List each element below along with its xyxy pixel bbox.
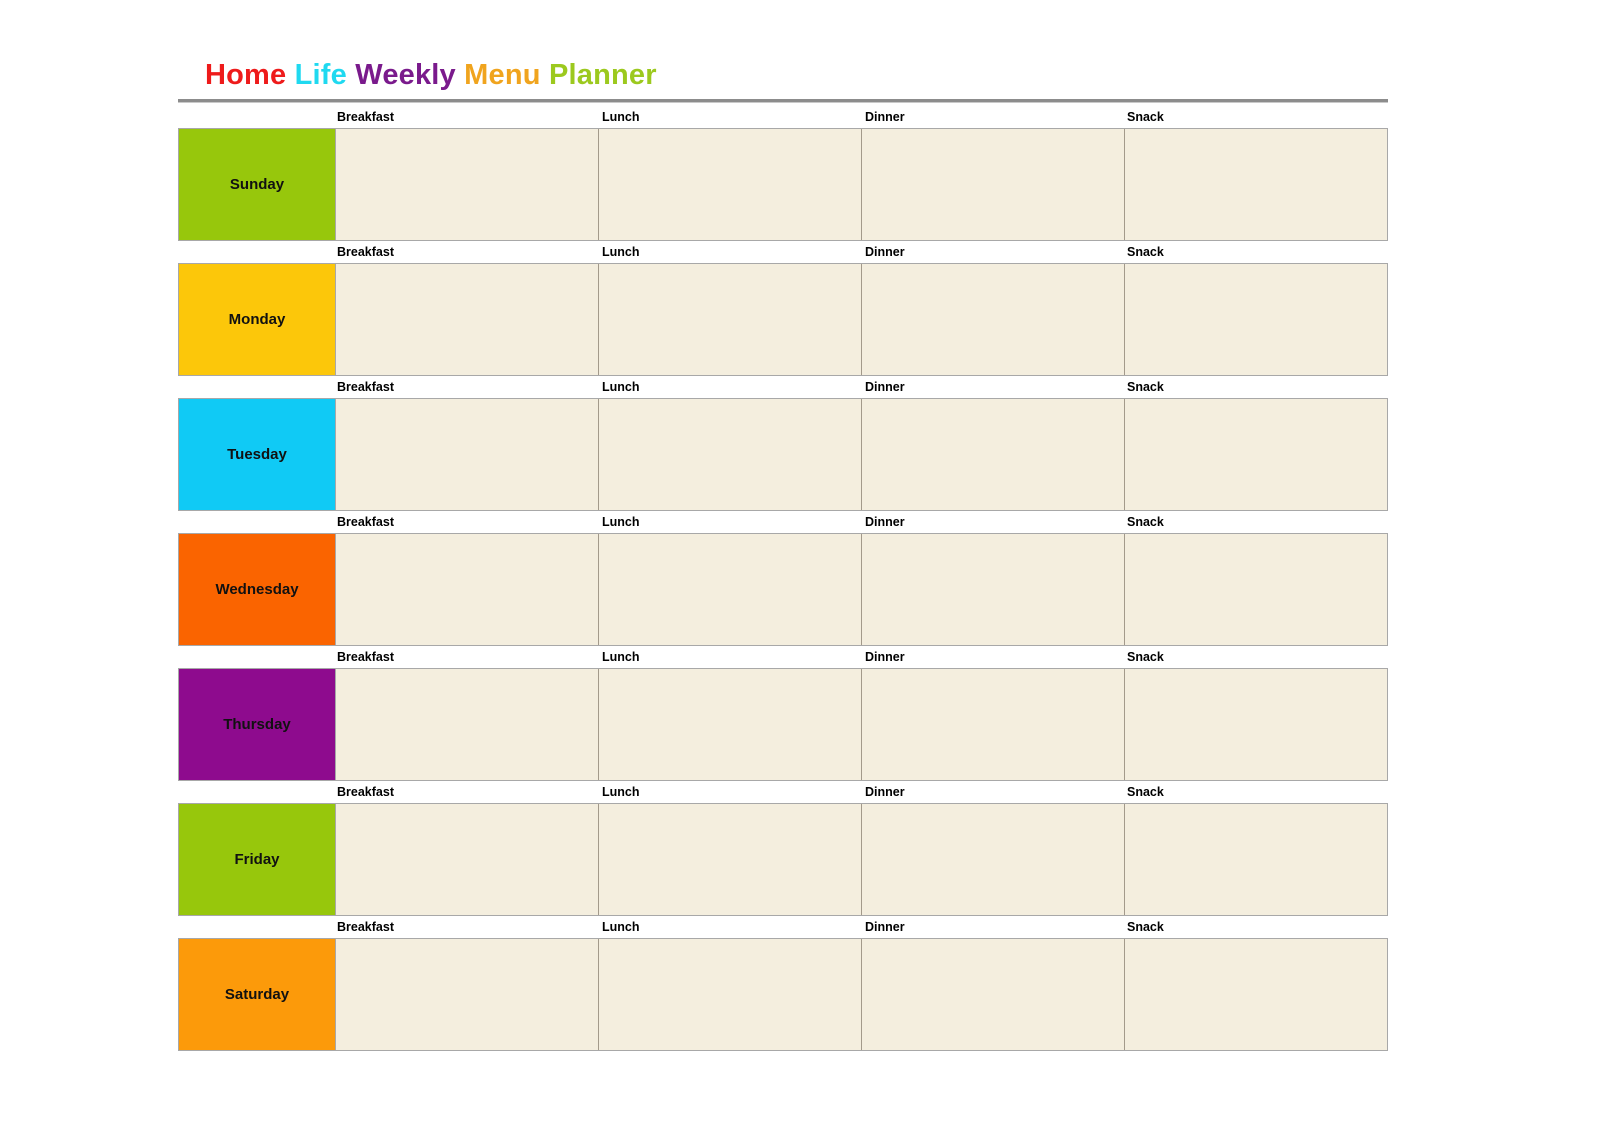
day-label-friday: Friday bbox=[179, 804, 336, 915]
table-row: Thursday bbox=[178, 668, 1388, 781]
day-label-thursday: Thursday bbox=[179, 669, 336, 780]
meal-cell-thursday-snack[interactable] bbox=[1125, 669, 1387, 780]
day-label-tuesday: Tuesday bbox=[179, 399, 336, 510]
table-row: Monday bbox=[178, 263, 1388, 376]
column-header-snack: Snack bbox=[1127, 245, 1164, 259]
meal-cell-tuesday-snack[interactable] bbox=[1125, 399, 1387, 510]
title-space-1 bbox=[286, 59, 294, 91]
meal-cell-sunday-lunch[interactable] bbox=[599, 129, 862, 240]
meal-cell-monday-breakfast[interactable] bbox=[336, 264, 599, 375]
day-block-wednesday: Breakfast Lunch Dinner Snack Wednesday bbox=[178, 511, 1388, 646]
column-header-snack: Snack bbox=[1127, 380, 1164, 394]
column-header-snack: Snack bbox=[1127, 515, 1164, 529]
day-block-monday: Breakfast Lunch Dinner Snack Monday bbox=[178, 241, 1388, 376]
day-label-sunday: Sunday bbox=[179, 129, 336, 240]
column-header-dinner: Dinner bbox=[865, 245, 905, 259]
column-header-dinner: Dinner bbox=[865, 785, 905, 799]
column-header-dinner: Dinner bbox=[865, 380, 905, 394]
meal-cell-wednesday-lunch[interactable] bbox=[599, 534, 862, 645]
day-block-thursday: Breakfast Lunch Dinner Snack Thursday bbox=[178, 646, 1388, 781]
day-block-sunday: Breakfast Lunch Dinner Snack Sunday bbox=[178, 106, 1388, 241]
meal-cell-sunday-snack[interactable] bbox=[1125, 129, 1387, 240]
meal-cell-friday-snack[interactable] bbox=[1125, 804, 1387, 915]
meal-cell-thursday-breakfast[interactable] bbox=[336, 669, 599, 780]
column-headers-wednesday: Breakfast Lunch Dinner Snack bbox=[178, 511, 1388, 533]
column-header-dinner: Dinner bbox=[865, 650, 905, 664]
title-word-home: Home bbox=[205, 59, 287, 91]
meal-cell-monday-lunch[interactable] bbox=[599, 264, 862, 375]
page-title: Home Life Weekly Menu Planner bbox=[205, 56, 657, 94]
meal-cell-wednesday-dinner[interactable] bbox=[862, 534, 1125, 645]
day-label-monday: Monday bbox=[179, 264, 336, 375]
day-block-tuesday: Breakfast Lunch Dinner Snack Tuesday bbox=[178, 376, 1388, 511]
meal-cell-friday-breakfast[interactable] bbox=[336, 804, 599, 915]
day-label-saturday: Saturday bbox=[179, 939, 336, 1050]
meal-cell-tuesday-lunch[interactable] bbox=[599, 399, 862, 510]
table-row: Tuesday bbox=[178, 398, 1388, 511]
meal-cell-saturday-breakfast[interactable] bbox=[336, 939, 599, 1050]
column-header-breakfast: Breakfast bbox=[337, 785, 394, 799]
meal-cell-wednesday-breakfast[interactable] bbox=[336, 534, 599, 645]
column-header-lunch: Lunch bbox=[602, 245, 640, 259]
table-row: Wednesday bbox=[178, 533, 1388, 646]
meal-cell-thursday-dinner[interactable] bbox=[862, 669, 1125, 780]
header-divider bbox=[178, 99, 1388, 103]
meal-cell-friday-dinner[interactable] bbox=[862, 804, 1125, 915]
column-headers-saturday: Breakfast Lunch Dinner Snack bbox=[178, 916, 1388, 938]
meal-cell-tuesday-dinner[interactable] bbox=[862, 399, 1125, 510]
column-header-breakfast: Breakfast bbox=[337, 110, 394, 124]
title-word-planner: Planner bbox=[548, 59, 657, 91]
title-word-weekly: Weekly bbox=[355, 59, 456, 91]
title-word-menu: Menu bbox=[464, 59, 541, 91]
column-headers-sunday: Breakfast Lunch Dinner Snack bbox=[178, 106, 1388, 128]
day-block-friday: Breakfast Lunch Dinner Snack Friday bbox=[178, 781, 1388, 916]
weekly-planner-grid: Breakfast Lunch Dinner Snack Sunday Brea… bbox=[178, 106, 1388, 1051]
column-headers-friday: Breakfast Lunch Dinner Snack bbox=[178, 781, 1388, 803]
column-header-breakfast: Breakfast bbox=[337, 920, 394, 934]
table-row: Saturday bbox=[178, 938, 1388, 1051]
column-header-snack: Snack bbox=[1127, 110, 1164, 124]
column-header-lunch: Lunch bbox=[602, 380, 640, 394]
column-header-snack: Snack bbox=[1127, 650, 1164, 664]
meal-cell-friday-lunch[interactable] bbox=[599, 804, 862, 915]
day-label-wednesday: Wednesday bbox=[179, 534, 336, 645]
column-header-snack: Snack bbox=[1127, 920, 1164, 934]
column-header-lunch: Lunch bbox=[602, 110, 640, 124]
meal-cell-monday-dinner[interactable] bbox=[862, 264, 1125, 375]
table-row: Friday bbox=[178, 803, 1388, 916]
meal-cell-thursday-lunch[interactable] bbox=[599, 669, 862, 780]
column-header-breakfast: Breakfast bbox=[337, 245, 394, 259]
column-header-lunch: Lunch bbox=[602, 920, 640, 934]
column-headers-monday: Breakfast Lunch Dinner Snack bbox=[178, 241, 1388, 263]
meal-cell-tuesday-breakfast[interactable] bbox=[336, 399, 599, 510]
table-row: Sunday bbox=[178, 128, 1388, 241]
menu-planner-page: Home Life Weekly Menu Planner Breakfast … bbox=[0, 0, 1600, 1131]
meal-cell-sunday-dinner[interactable] bbox=[862, 129, 1125, 240]
column-headers-thursday: Breakfast Lunch Dinner Snack bbox=[178, 646, 1388, 668]
column-header-lunch: Lunch bbox=[602, 515, 640, 529]
meal-cell-wednesday-snack[interactable] bbox=[1125, 534, 1387, 645]
title-word-life: Life bbox=[294, 59, 347, 91]
title-space-3 bbox=[456, 59, 464, 91]
meal-cell-saturday-snack[interactable] bbox=[1125, 939, 1387, 1050]
column-header-breakfast: Breakfast bbox=[337, 515, 394, 529]
column-header-dinner: Dinner bbox=[865, 110, 905, 124]
meal-cell-monday-snack[interactable] bbox=[1125, 264, 1387, 375]
day-block-saturday: Breakfast Lunch Dinner Snack Saturday bbox=[178, 916, 1388, 1051]
column-header-breakfast: Breakfast bbox=[337, 380, 394, 394]
column-header-dinner: Dinner bbox=[865, 515, 905, 529]
meal-cell-sunday-breakfast[interactable] bbox=[336, 129, 599, 240]
column-header-breakfast: Breakfast bbox=[337, 650, 394, 664]
title-space-4 bbox=[541, 59, 549, 91]
column-header-lunch: Lunch bbox=[602, 650, 640, 664]
meal-cell-saturday-dinner[interactable] bbox=[862, 939, 1125, 1050]
meal-cell-saturday-lunch[interactable] bbox=[599, 939, 862, 1050]
column-header-dinner: Dinner bbox=[865, 920, 905, 934]
column-headers-tuesday: Breakfast Lunch Dinner Snack bbox=[178, 376, 1388, 398]
column-header-snack: Snack bbox=[1127, 785, 1164, 799]
column-header-lunch: Lunch bbox=[602, 785, 640, 799]
